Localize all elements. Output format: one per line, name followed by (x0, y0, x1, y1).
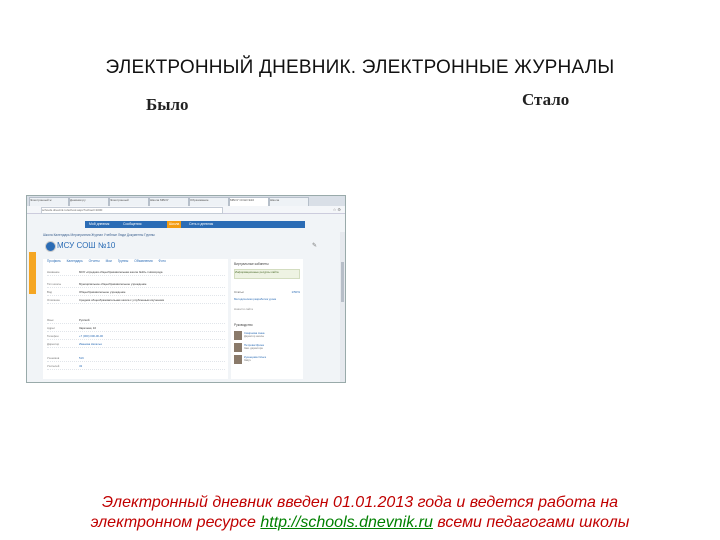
after-label: Стало (522, 90, 570, 109)
avatar (234, 355, 242, 364)
people-title: Руководство (234, 323, 253, 327)
table-row: Учителей 43 (47, 363, 225, 370)
browser-tab[interactable]: Школа (269, 197, 309, 206)
avatar (234, 331, 242, 340)
sidebar-title: Виртуальные кабинеты (234, 262, 269, 266)
list-item[interactable]: Кузнецова Ольга Завуч (234, 355, 300, 364)
footer-caption: Электронный дневник введен 01.01.2013 го… (0, 493, 720, 533)
sidebar-card[interactable]: Информационные ресурсы сайта (234, 269, 300, 279)
footer-line-1: Электронный дневник введен 01.01.2013 го… (101, 494, 619, 511)
footer-line-2: электронном ресурсе http://schools.dnevn… (0, 513, 720, 533)
table-row: Учеников 519 (47, 355, 225, 362)
right-sidebar: Виртуальные кабинеты Информационные ресу… (231, 259, 303, 379)
scrollbar-thumb[interactable] (341, 262, 344, 302)
person-role: Зам. директора (244, 347, 263, 350)
browser-tab-active[interactable]: МБОУ СОШ №10 (229, 197, 269, 206)
sidebar-sublink[interactable]: Новости сайта (234, 307, 298, 311)
nav-item-network[interactable]: Сеть и дневник (189, 221, 213, 228)
profile-tabs: Профиль Календарь Отчеты Мои Группы Объя… (47, 259, 171, 265)
school-logo-icon (45, 241, 56, 252)
table-row: Адрес Заречная, 10 (47, 325, 225, 332)
footer-text: всеми педагогами школы (432, 514, 630, 531)
feedback-tab[interactable] (29, 252, 36, 294)
avatar (234, 343, 242, 352)
address-bar: schools.dnevnik.ru/school.aspx?school=10… (27, 206, 345, 214)
browser-tab[interactable]: Образование (189, 197, 229, 206)
table-row: Название МОУ «Средняя общеобразовательная… (47, 269, 225, 276)
nav-item-messages[interactable]: Сообщения (123, 221, 141, 228)
school-links[interactable]: Школа Календарь Мероприятия Журнал Учебн… (43, 232, 339, 238)
nav-item-diary[interactable]: Мой дневник (89, 221, 109, 228)
scrollbar[interactable] (340, 232, 345, 382)
table-row: Тип школы Муниципальное общеобразовательн… (47, 281, 225, 288)
browser-tab[interactable]: Дневник.ру (69, 197, 109, 206)
tab-reports[interactable]: Отчеты (89, 259, 100, 263)
school-name: МСУ СОШ №10 (57, 241, 116, 250)
top-navbar: Мой дневник Сообщения Школа Сеть и дневн… (85, 221, 305, 228)
page-body: Мой дневник Сообщения Школа Сеть и дневн… (27, 214, 345, 382)
person-role: Директор школы (244, 335, 265, 338)
footer-text: электронном ресурсе (90, 514, 261, 531)
table-row: Вид Общеобразовательное учреждение (47, 289, 225, 296)
tab-profile[interactable]: Профиль (47, 259, 61, 263)
url-field[interactable]: schools.dnevnik.ru/school.aspx?school=10… (41, 207, 223, 214)
slide-title: ЭЛЕКТРОННЫЙ ДНЕВНИК. ЭЛЕКТРОННЫЕ ЖУРНАЛЫ (105, 57, 615, 78)
browser-tab[interactable]: Электронный ж (29, 197, 69, 206)
tab-photos[interactable]: Фото (159, 259, 166, 263)
list-item[interactable]: Петрова Ирина Зам. директора (234, 343, 300, 352)
table-row: Язык Русский (47, 317, 225, 324)
tab-groups[interactable]: Группы (118, 259, 129, 263)
footer-link[interactable]: http://schools.dnevnik.ru (260, 514, 433, 531)
browser-tab[interactable]: Школа МБОУ (149, 197, 189, 206)
tab-calendar[interactable]: Календарь (67, 259, 83, 263)
before-label: Было (146, 95, 189, 114)
sidebar-stat: Статьи 1/50% (234, 290, 300, 294)
table-row: Директор Иванова Наталья (47, 341, 225, 348)
list-item[interactable]: Смирнова Анна Директор школы (234, 331, 300, 340)
star-icon[interactable]: ☆ ⚙ (333, 207, 341, 212)
browser-tabbar: Электронный ж Дневник.ру Электронный Шко… (27, 196, 345, 206)
tab-announcements[interactable]: Объявления (134, 259, 152, 263)
school-profile: Профиль Календарь Отчеты Мои Группы Объя… (43, 259, 228, 379)
pin-icon[interactable]: ✎ (312, 242, 317, 249)
nav-item-school[interactable]: Школа (169, 221, 179, 228)
sidebar-link[interactable]: Методическая разработка урока (234, 297, 298, 301)
person-role: Завуч (244, 359, 251, 362)
table-row: Телефон +7 (000) 000-00-00 (47, 333, 225, 340)
dnevnik-screenshot: Электронный ж Дневник.ру Электронный Шко… (26, 195, 346, 383)
tab-mine[interactable]: Мои (106, 259, 112, 263)
browser-tab[interactable]: Электронный (109, 197, 149, 206)
table-row: Описание Средняя общеобразовательная школ… (47, 297, 225, 304)
